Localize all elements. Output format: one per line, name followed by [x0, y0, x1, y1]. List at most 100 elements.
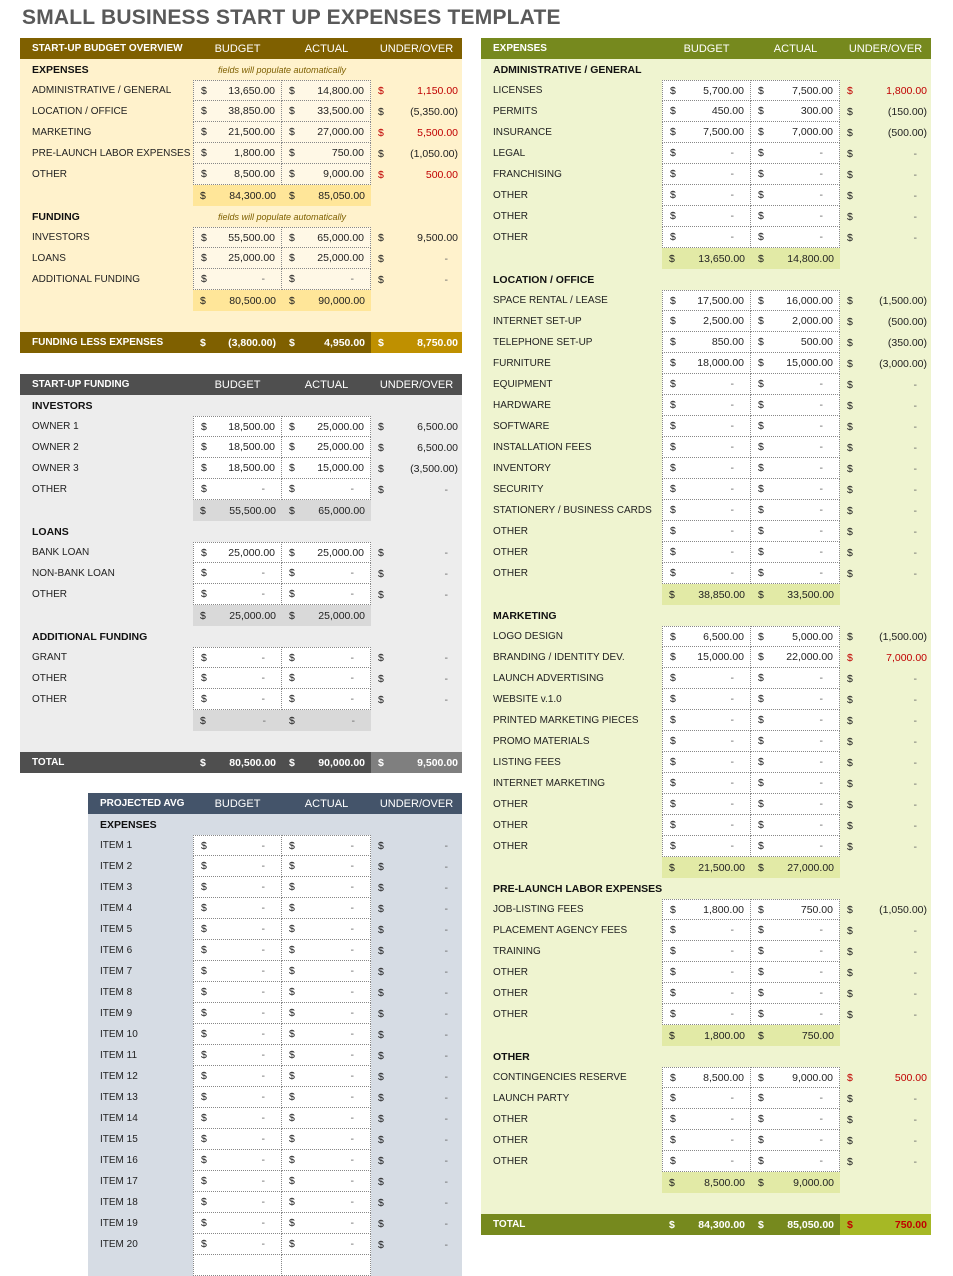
budget-cell[interactable]: $ - — [662, 752, 751, 773]
budget-cell[interactable]: $ - — [662, 1088, 751, 1109]
budget-cell[interactable]: $1,800.00 — [193, 143, 282, 164]
actual-cell[interactable]: $ - — [282, 1192, 371, 1213]
actual-cell[interactable] — [282, 1255, 371, 1276]
budget-cell[interactable]: $ - — [193, 856, 282, 877]
actual-cell[interactable]: $ - — [282, 877, 371, 898]
budget-cell[interactable]: $ - — [662, 416, 751, 437]
actual-cell[interactable]: $ - — [751, 1151, 840, 1172]
actual-cell[interactable]: $ - — [282, 982, 371, 1003]
actual-cell[interactable]: $ - — [751, 458, 840, 479]
actual-cell[interactable]: $ - — [282, 584, 371, 605]
actual-cell[interactable]: $ - — [751, 668, 840, 689]
budget-cell[interactable]: $ - — [193, 1192, 282, 1213]
budget-cell[interactable]: $5,700.00 — [662, 80, 751, 101]
actual-cell[interactable]: $ - — [282, 668, 371, 689]
budget-cell[interactable]: $ - — [193, 1129, 282, 1150]
budget-cell[interactable]: $25,000.00 — [193, 248, 282, 269]
budget-cell[interactable]: $ - — [193, 1234, 282, 1255]
budget-cell[interactable]: $ - — [193, 269, 282, 290]
budget-cell[interactable]: $ - — [662, 500, 751, 521]
actual-cell[interactable]: $ - — [751, 143, 840, 164]
budget-cell[interactable]: $18,500.00 — [193, 458, 282, 479]
budget-cell[interactable]: $ - — [662, 143, 751, 164]
budget-cell[interactable]: $ - — [193, 1003, 282, 1024]
actual-cell[interactable]: $ - — [751, 164, 840, 185]
budget-cell[interactable]: $ - — [193, 1213, 282, 1234]
actual-cell[interactable]: $ - — [282, 1066, 371, 1087]
actual-cell[interactable]: $ - — [751, 227, 840, 248]
budget-cell[interactable]: $ - — [193, 982, 282, 1003]
actual-cell[interactable]: $ - — [282, 940, 371, 961]
budget-cell[interactable]: $ - — [662, 563, 751, 584]
budget-cell[interactable]: $ - — [193, 1024, 282, 1045]
actual-cell[interactable]: $ - — [751, 983, 840, 1004]
budget-cell[interactable]: $21,500.00 — [193, 122, 282, 143]
actual-cell[interactable]: $ - — [751, 773, 840, 794]
budget-cell[interactable]: $ - — [662, 185, 751, 206]
budget-cell[interactable]: $ - — [193, 898, 282, 919]
actual-cell[interactable]: $ - — [282, 856, 371, 877]
actual-cell[interactable]: $ - — [751, 731, 840, 752]
budget-cell[interactable]: $13,650.00 — [193, 80, 282, 101]
budget-cell[interactable]: $ - — [662, 395, 751, 416]
budget-cell[interactable]: $8,500.00 — [193, 164, 282, 185]
actual-cell[interactable]: $ - — [751, 479, 840, 500]
actual-cell[interactable]: $7,500.00 — [751, 80, 840, 101]
actual-cell[interactable]: $ - — [751, 1109, 840, 1130]
actual-cell[interactable]: $ - — [751, 521, 840, 542]
budget-cell[interactable]: $ - — [662, 983, 751, 1004]
budget-cell[interactable]: $ - — [662, 374, 751, 395]
budget-cell[interactable]: $ - — [662, 479, 751, 500]
budget-cell[interactable]: $ - — [662, 164, 751, 185]
actual-cell[interactable]: $2,000.00 — [751, 311, 840, 332]
actual-cell[interactable]: $750.00 — [282, 143, 371, 164]
budget-cell[interactable]: $ - — [662, 227, 751, 248]
budget-cell[interactable]: $ - — [193, 919, 282, 940]
actual-cell[interactable]: $ - — [751, 563, 840, 584]
budget-cell[interactable]: $ - — [662, 1130, 751, 1151]
actual-cell[interactable]: $27,000.00 — [282, 122, 371, 143]
budget-cell[interactable]: $18,500.00 — [193, 437, 282, 458]
actual-cell[interactable]: $ - — [751, 752, 840, 773]
actual-cell[interactable]: $33,500.00 — [282, 101, 371, 122]
actual-cell[interactable]: $ - — [751, 374, 840, 395]
actual-cell[interactable]: $ - — [751, 416, 840, 437]
actual-cell[interactable]: $ - — [282, 1108, 371, 1129]
actual-cell[interactable]: $ - — [751, 941, 840, 962]
budget-cell[interactable]: $ - — [662, 542, 751, 563]
actual-cell[interactable]: $ - — [751, 962, 840, 983]
budget-cell[interactable]: $ - — [193, 835, 282, 856]
budget-cell[interactable]: $ - — [193, 940, 282, 961]
actual-cell[interactable]: $ - — [282, 1045, 371, 1066]
actual-cell[interactable]: $ - — [751, 185, 840, 206]
budget-cell[interactable]: $ - — [193, 647, 282, 668]
actual-cell[interactable]: $ - — [282, 898, 371, 919]
budget-cell[interactable]: $ - — [193, 689, 282, 710]
budget-cell[interactable]: $17,500.00 — [662, 290, 751, 311]
actual-cell[interactable]: $9,000.00 — [282, 164, 371, 185]
actual-cell[interactable]: $ - — [751, 395, 840, 416]
actual-cell[interactable]: $5,000.00 — [751, 626, 840, 647]
budget-cell[interactable]: $ - — [662, 941, 751, 962]
budget-cell[interactable]: $ - — [193, 1150, 282, 1171]
actual-cell[interactable]: $ - — [282, 563, 371, 584]
budget-cell[interactable]: $ - — [193, 584, 282, 605]
budget-cell[interactable]: $18,500.00 — [193, 416, 282, 437]
actual-cell[interactable]: $ - — [751, 437, 840, 458]
budget-cell[interactable]: $ - — [662, 731, 751, 752]
actual-cell[interactable]: $ - — [751, 815, 840, 836]
actual-cell[interactable]: $14,800.00 — [282, 80, 371, 101]
actual-cell[interactable]: $25,000.00 — [282, 248, 371, 269]
actual-cell[interactable]: $300.00 — [751, 101, 840, 122]
actual-cell[interactable]: $15,000.00 — [282, 458, 371, 479]
actual-cell[interactable]: $ - — [282, 919, 371, 940]
actual-cell[interactable]: $ - — [282, 835, 371, 856]
budget-cell[interactable]: $25,000.00 — [193, 542, 282, 563]
budget-cell[interactable]: $ - — [193, 563, 282, 584]
budget-cell[interactable]: $ - — [662, 920, 751, 941]
actual-cell[interactable]: $22,000.00 — [751, 647, 840, 668]
actual-cell[interactable]: $ - — [282, 269, 371, 290]
actual-cell[interactable]: $16,000.00 — [751, 290, 840, 311]
budget-cell[interactable]: $ - — [193, 1087, 282, 1108]
actual-cell[interactable]: $9,000.00 — [751, 1067, 840, 1088]
